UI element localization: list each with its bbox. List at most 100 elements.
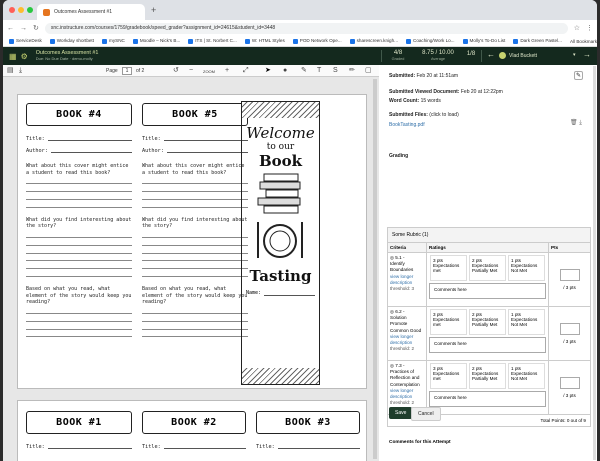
rating-option[interactable]: 3 pts Expectations met	[430, 309, 467, 335]
book-card-1: BOOK #1 Title:	[26, 411, 132, 450]
zoom-out-icon[interactable]: −	[189, 65, 193, 77]
bookmark-label: Workday shortbett	[56, 38, 94, 44]
comment-field[interactable]: Comments here	[429, 391, 546, 407]
comment-field[interactable]: Comments here	[429, 337, 546, 353]
sidebar-toggle-icon[interactable]: ▤	[7, 65, 14, 77]
back-icon[interactable]: ←	[7, 25, 14, 32]
edit-icon[interactable]: ✎	[574, 71, 583, 80]
rating-label: Expectations Not Met	[511, 317, 538, 327]
url-field[interactable]: snc.instructure.com/courses/1759/gradebo…	[44, 22, 568, 34]
rating-option[interactable]: 1 pts Expectations Not Met	[508, 363, 545, 389]
assignment-subtitle: Due: No Due Date · demo-molly	[35, 55, 93, 61]
rating-option[interactable]: 2 pts Expectations Partially Met	[469, 255, 506, 281]
menu-icon[interactable]: ⋮	[586, 24, 593, 32]
draw-tool-icon[interactable]: ✏	[349, 65, 355, 77]
book-tasting-cover: Welcome to our Book Tasting Name:	[241, 101, 320, 385]
view-longer-link[interactable]: view longer description	[390, 274, 413, 285]
bookmark-item[interactable]: ServiceDesk	[9, 38, 42, 44]
points-input[interactable]	[559, 269, 580, 281]
cancel-button[interactable]: Cancel	[411, 407, 441, 421]
star-icon[interactable]: ☆	[574, 24, 580, 32]
rating-option[interactable]: 3 pts Expectations met	[430, 363, 467, 389]
bookmark-item[interactable]: W: HTML Styles	[244, 38, 285, 44]
student-dropdown-icon[interactable]: ▾	[573, 52, 576, 58]
gradebook-icon[interactable]: ▦	[9, 52, 17, 61]
comment-field[interactable]: Comments here	[429, 283, 546, 299]
col-ratings: Ratings	[426, 243, 548, 252]
url-text: snc.instructure.com/courses/1759/gradebo…	[50, 25, 276, 31]
cover-welcome: Welcome	[246, 124, 315, 142]
strikeout-tool-icon[interactable]: S	[333, 65, 338, 77]
highlight-tool-icon[interactable]: ✎	[301, 65, 307, 77]
student-count-value: 1/8	[466, 51, 476, 57]
threshold: threshold: 2	[390, 346, 415, 352]
save-button[interactable]: Save	[389, 407, 413, 419]
download-icon[interactable]: ⤓	[19, 65, 22, 77]
criterion-code: 5.1 -	[395, 255, 405, 260]
question-2: What did you find interesting about the …	[142, 216, 248, 230]
bookmark-icon	[188, 38, 194, 44]
submitted-time: Feb 20 at 11:51am	[416, 73, 459, 79]
bookmark-icon	[49, 38, 55, 44]
bookmark-item[interactable]: Coaching/Work Lo...	[406, 38, 455, 44]
window-controls[interactable]	[9, 7, 33, 13]
point-tool-icon[interactable]: ●	[283, 65, 287, 77]
bookmark-item[interactable]: Workday shortbett	[49, 38, 94, 44]
zoom-in-icon[interactable]: +	[225, 65, 229, 77]
forward-icon[interactable]: →	[20, 25, 27, 32]
rating-option[interactable]: 1 pts Expectations Not Met	[508, 255, 545, 281]
view-longer-link[interactable]: view longer description	[390, 388, 413, 399]
rating-option[interactable]: 2 pts Expectations Partially Met	[469, 309, 506, 335]
submitted-file-link[interactable]: BookTasting.pdf	[389, 122, 425, 128]
fullscreen-icon[interactable]: ⤢	[243, 65, 249, 77]
bookmark-item[interactable]: Molly's To-Do List	[462, 38, 505, 44]
bookmark-label: Moodle – Nick's B...	[139, 38, 181, 44]
grading-scrollbar[interactable]	[593, 66, 596, 460]
bookmark-item[interactable]: Dark Green Pastel...	[513, 38, 562, 44]
bookmark-label: Dark Green Pastel...	[520, 38, 562, 44]
rating-option[interactable]: 1 pts Expectations Not Met	[508, 309, 545, 335]
bookmark-item[interactable]: ITS | St. Norbert C...	[188, 38, 237, 44]
average-stat: 8.75 / 10.00 Average	[417, 50, 459, 61]
ratings-cell: 3 pts Expectations met 2 pts Expectations P…	[426, 253, 548, 306]
all-bookmarks[interactable]: All Bookmarks	[570, 39, 597, 44]
book-card-4: BOOK #4 Title: Author: What about this c…	[26, 103, 132, 338]
title-label: Title:	[142, 136, 161, 142]
rating-label: Expectations met	[433, 317, 460, 327]
outcome-icon: ◎	[390, 255, 395, 260]
points-input[interactable]	[559, 377, 580, 389]
bookmark-item[interactable]: sharescreen.knigh...	[349, 38, 398, 44]
prev-student-icon[interactable]: ←	[487, 50, 495, 59]
comment-placeholder: Comments here	[434, 395, 467, 400]
files-hint: (click to load)	[429, 112, 459, 118]
rotate-icon[interactable]: ↺	[173, 65, 179, 77]
page-number-input[interactable]: 1	[122, 67, 132, 75]
graded-label: Graded	[391, 56, 405, 61]
reload-icon[interactable]: ↻	[33, 24, 39, 32]
preview-scrollbar[interactable]	[373, 79, 377, 459]
points-max: / 3 pts	[563, 339, 576, 344]
criterion-name: Practices of Reflection and Contemplatio…	[390, 369, 420, 387]
author-label: Author:	[26, 148, 48, 154]
text-tool-icon[interactable]: T	[317, 65, 321, 77]
settings-icon[interactable]: ⚙	[21, 52, 28, 61]
bookmark-item[interactable]: POD Network Ope...	[292, 38, 342, 44]
files-label: Submitted Files:	[389, 112, 428, 118]
select-tool-icon[interactable]: ➤	[265, 65, 271, 77]
file-actions-icon[interactable]: 🗑︎ ⤓	[570, 119, 582, 127]
view-longer-link[interactable]: view longer description	[390, 334, 413, 345]
new-tab-icon[interactable]: +	[151, 5, 156, 15]
student-name[interactable]: Vlad Buckett	[509, 53, 537, 59]
bookmark-item[interactable]: Moodle – Nick's B...	[132, 38, 181, 44]
next-student-icon[interactable]: →	[583, 50, 591, 59]
zigzag-border	[242, 102, 319, 118]
rating-option[interactable]: 2 pts Expectations Partially Met	[469, 363, 506, 389]
rating-option[interactable]: 3 pts Expectations met	[430, 255, 467, 281]
threshold: threshold: 3	[390, 285, 415, 291]
browser-tab[interactable]: Outcomes Assessment #1	[37, 4, 145, 20]
points-input[interactable]	[559, 323, 580, 335]
bookmark-item[interactable]: mySNC	[102, 38, 125, 44]
area-tool-icon[interactable]: ▢	[365, 65, 372, 77]
title-label: Title:	[26, 444, 45, 450]
tab-strip: Outcomes Assessment #1 +	[3, 0, 597, 20]
